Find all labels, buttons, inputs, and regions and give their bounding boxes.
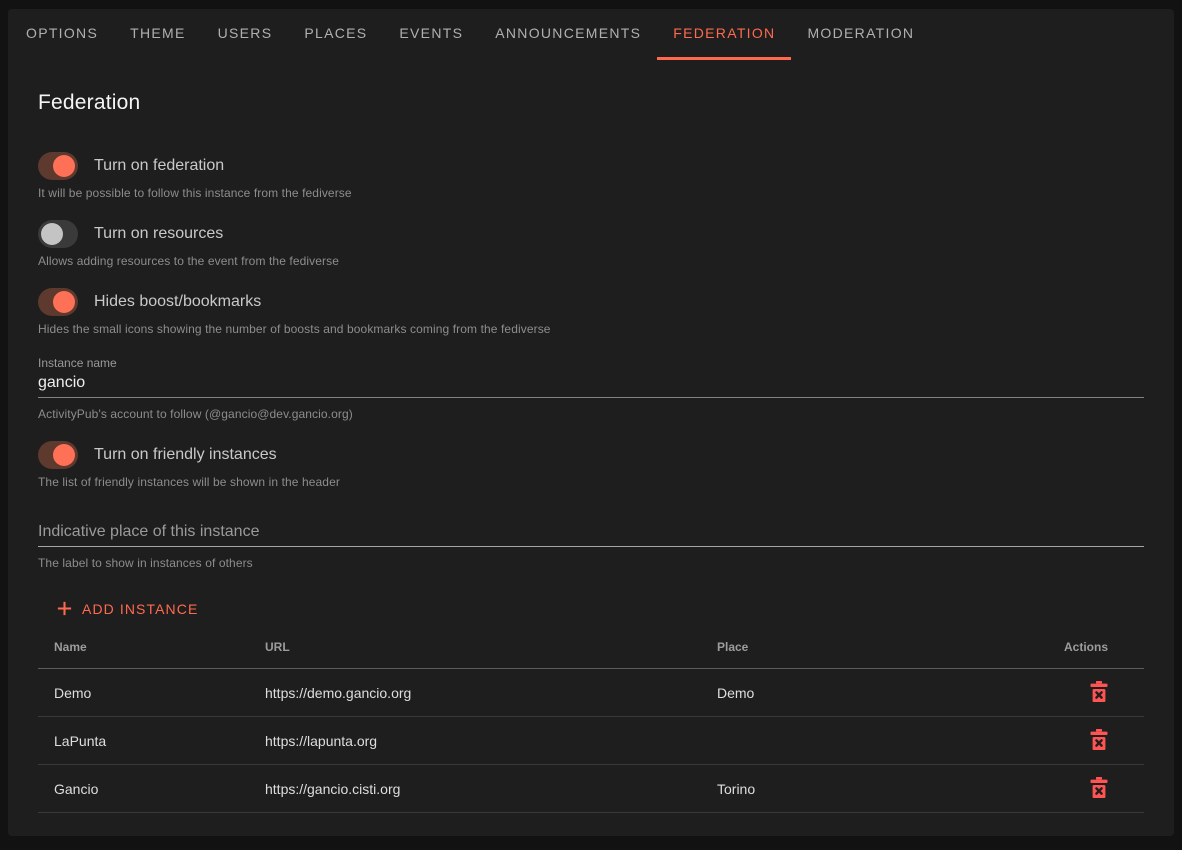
tab-announcements[interactable]: ANNOUNCEMENTS [479,9,657,60]
admin-settings-card: OPTIONS THEME USERS PLACES EVENTS ANNOUN… [8,9,1174,836]
friendly-instances-toggle-label[interactable]: Turn on friendly instances [94,446,277,464]
friendly-instances-toggle-hint: The list of friendly instances will be s… [38,475,1144,489]
delete-instance-icon[interactable] [1090,729,1108,750]
instance-place-input[interactable] [38,523,1144,541]
switch-thumb [41,223,63,245]
instance-url-cell: https://gancio.cisti.org [249,765,701,813]
instance-name-cell: Gancio [38,765,249,813]
setting-hides-boost: Hides boost/bookmarks Hides the small ic… [38,288,1144,336]
tab-places[interactable]: PLACES [288,9,383,60]
delete-instance-icon[interactable] [1090,777,1108,798]
tab-users[interactable]: USERS [202,9,289,60]
federation-toggle-hint: It will be possible to follow this insta… [38,186,1144,200]
table-row: LaPunta https://lapunta.org [38,717,1144,765]
instance-name-field: Instance name ActivityPub's account to f… [38,356,1144,421]
add-instance-button[interactable]: ADD INSTANCE [50,596,204,621]
federation-toggle[interactable] [38,152,78,180]
hides-boost-toggle-hint: Hides the small icons showing the number… [38,322,1144,336]
instance-name-cell: Demo [38,669,249,717]
switch-thumb [53,444,75,466]
hides-boost-toggle-label[interactable]: Hides boost/bookmarks [94,293,261,311]
tab-events[interactable]: EVENTS [383,9,479,60]
setting-friendly-instances: Turn on friendly instances The list of f… [38,441,1144,489]
tab-federation[interactable]: FEDERATION [657,9,791,60]
instance-name-label: Instance name [38,356,1144,370]
resources-toggle-hint: Allows adding resources to the event fro… [38,254,1144,268]
instance-place-field: The label to show in instances of others [38,523,1144,570]
table-row: Demo https://demo.gancio.org Demo [38,669,1144,717]
admin-tabbar: OPTIONS THEME USERS PLACES EVENTS ANNOUN… [8,9,1174,60]
tab-options[interactable]: OPTIONS [10,9,114,60]
federation-settings-panel: Federation Turn on federation It will be… [8,92,1174,813]
instances-table: Name URL Place Actions Demo https://demo… [38,640,1144,813]
instance-place-cell: Demo [701,669,1031,717]
switch-thumb [53,155,75,177]
add-instance-button-label: ADD INSTANCE [82,601,198,617]
table-row: Gancio https://gancio.cisti.org Torino [38,765,1144,813]
resources-toggle-label[interactable]: Turn on resources [94,225,223,243]
instance-name-cell: LaPunta [38,717,249,765]
instance-place-hint: The label to show in instances of others [38,556,1144,570]
instance-url-cell: https://demo.gancio.org [249,669,701,717]
instance-url-cell: https://lapunta.org [249,717,701,765]
table-header-name: Name [38,640,249,669]
setting-turn-on-federation: Turn on federation It will be possible t… [38,152,1144,200]
instance-name-hint: ActivityPub's account to follow (@gancio… [38,407,1144,421]
tab-moderation[interactable]: MODERATION [791,9,930,60]
table-header-place: Place [701,640,1031,669]
page-title: Federation [38,92,1144,113]
friendly-instances-toggle[interactable] [38,441,78,469]
tab-theme[interactable]: THEME [114,9,202,60]
instance-place-cell [701,717,1031,765]
table-header-actions: Actions [1031,640,1144,669]
setting-turn-on-resources: Turn on resources Allows adding resource… [38,220,1144,268]
resources-toggle[interactable] [38,220,78,248]
hides-boost-toggle[interactable] [38,288,78,316]
instance-place-cell: Torino [701,765,1031,813]
switch-thumb [53,291,75,313]
federation-toggle-label[interactable]: Turn on federation [94,157,224,175]
plus-icon [56,600,73,617]
table-header-url: URL [249,640,701,669]
delete-instance-icon[interactable] [1090,681,1108,702]
instance-name-input[interactable] [38,374,1144,392]
